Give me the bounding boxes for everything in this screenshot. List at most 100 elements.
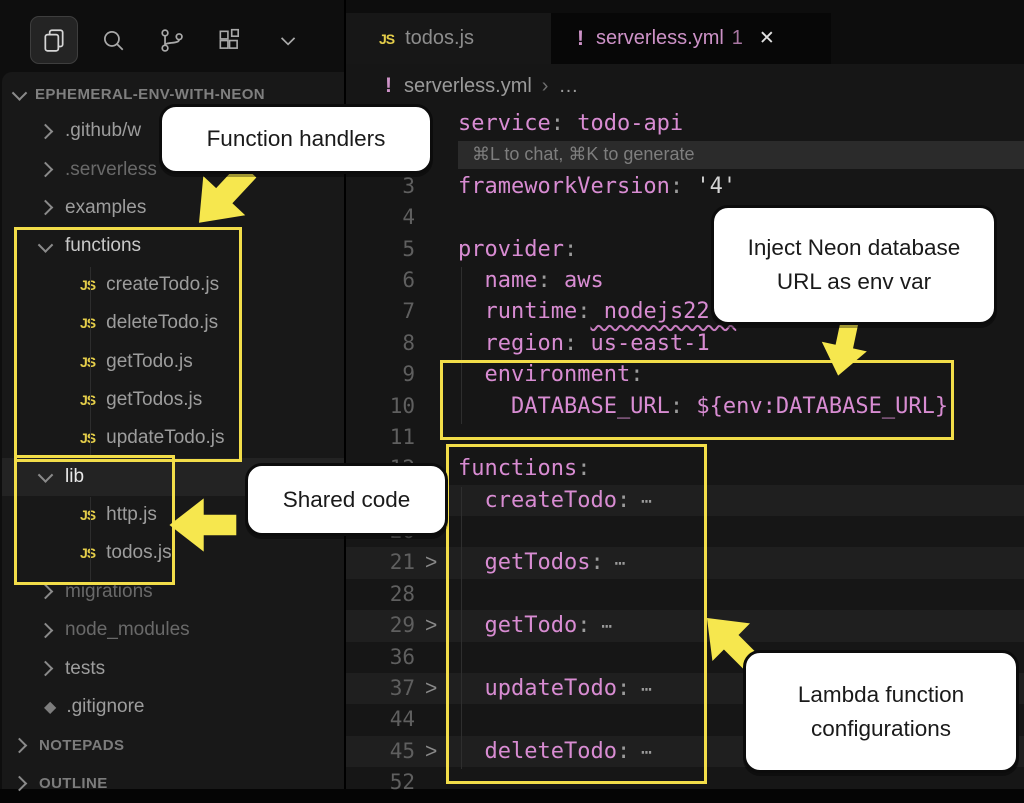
- tree-item-createtodo-js[interactable]: JScreateTodo.js: [2, 266, 345, 304]
- callout-text: Function handlers: [207, 122, 386, 156]
- search-icon: [100, 27, 126, 53]
- tree-item-label: deleteTodo.js: [106, 312, 218, 334]
- yaml-key: runtime: [458, 299, 577, 324]
- line-number: 45: [345, 736, 415, 767]
- extensions-icon: [216, 27, 242, 53]
- line-number: 3: [345, 171, 415, 202]
- tree-item-notepads[interactable]: NOTEPADS: [2, 726, 345, 764]
- fold-chevron-icon[interactable]: >: [425, 547, 449, 578]
- fold-chevron-icon[interactable]: >: [425, 673, 449, 704]
- tree-item-label: tests: [65, 658, 105, 680]
- tree-item-gettodo-js[interactable]: JSgetTodo.js: [2, 342, 345, 380]
- string-value: '4': [683, 174, 736, 199]
- punctuation: :: [670, 394, 683, 419]
- line-number: 4: [345, 202, 415, 233]
- tree-item-label: todos.js: [106, 542, 171, 564]
- js-file-icon: JS: [80, 430, 95, 446]
- source-control-button[interactable]: [148, 17, 194, 63]
- code-line[interactable]: 2⌘L to chat, ⌘K to generate: [345, 139, 1024, 170]
- chevron-right-icon: [12, 738, 28, 754]
- folded-ellipsis: ⋯: [590, 616, 612, 637]
- code-line[interactable]: 1service: todo-api: [345, 108, 1024, 139]
- code-line[interactable]: 21> getTodos: ⋯: [345, 547, 1024, 578]
- line-number: 37: [345, 673, 415, 704]
- yaml-key: updateTodo: [458, 676, 617, 701]
- chevron-right-icon: [12, 776, 28, 792]
- yaml-key: name: [458, 268, 537, 293]
- extensions-button[interactable]: [206, 17, 252, 63]
- folded-ellipsis: ⋯: [630, 491, 652, 512]
- tree-item-node-modules[interactable]: node_modules: [2, 611, 345, 649]
- folded-ellipsis: ⋯: [630, 679, 652, 700]
- close-icon[interactable]: ✕: [759, 27, 775, 50]
- yaml-key: frameworkVersion: [458, 174, 670, 199]
- tree-item-functions[interactable]: functions: [2, 227, 345, 265]
- ai-hint-text: ⌘L to chat, ⌘K to generate: [458, 141, 1024, 168]
- tree-item-label: node_modules: [65, 619, 190, 641]
- line-number: 29: [345, 610, 415, 641]
- code-text: DATABASE_URL: ${env:DATABASE_URL}: [458, 391, 1024, 422]
- callout-function-handlers: Function handlers: [159, 104, 433, 174]
- indent-guide: [461, 267, 462, 424]
- code-line[interactable]: 29 > getTodo: ⋯: [345, 610, 1024, 641]
- tab-serverless-yml[interactable]: ! serverless.yml 1 ✕: [551, 13, 831, 64]
- breadcrumb[interactable]: ! serverless.yml › …: [345, 64, 1024, 108]
- tree-item-todos-js[interactable]: JStodos.js: [2, 534, 345, 572]
- tree-item-tests[interactable]: tests: [2, 649, 345, 687]
- code-text: getTodos: ⋯: [458, 547, 1024, 579]
- yaml-key: provider: [458, 237, 564, 262]
- tab-label: serverless.yml: [596, 27, 724, 50]
- tree-item-label: updateTodo.js: [106, 427, 224, 449]
- indent-guide: [90, 267, 91, 457]
- tree-item-migrations[interactable]: migrations: [2, 573, 345, 611]
- js-file-icon: JS: [80, 277, 95, 293]
- tree-item-deletetodo-js[interactable]: JSdeleteTodo.js: [2, 304, 345, 342]
- chevron-right-icon: [38, 622, 54, 638]
- code-line[interactable]: 3 frameworkVersion: '4': [345, 171, 1024, 202]
- code-line[interactable]: 9 environment:: [345, 359, 1024, 390]
- code-line[interactable]: 28: [345, 579, 1024, 610]
- chevron-right-icon: [38, 661, 54, 677]
- tree-item-examples[interactable]: examples: [2, 189, 345, 227]
- breadcrumb-file[interactable]: serverless.yml: [404, 75, 532, 98]
- tab-label: todos.js: [405, 27, 474, 50]
- line-number: 9: [345, 359, 415, 390]
- fold-chevron-icon[interactable]: >: [425, 736, 449, 767]
- yaml-value: aws: [551, 268, 604, 293]
- punctuation: :: [564, 237, 577, 262]
- punctuation: :: [617, 739, 630, 764]
- punctuation: :: [551, 111, 564, 136]
- callout-inject-neon: Inject Neon databaseURL as env var: [711, 205, 997, 325]
- code-text: region: us-east-1: [458, 328, 1024, 359]
- tree-item-label: lib: [65, 466, 84, 488]
- line-number: 5: [345, 234, 415, 265]
- tree-item--gitignore[interactable]: ◆.gitignore: [2, 688, 345, 726]
- code-text: getTodo: ⋯: [458, 610, 1024, 642]
- tree-item-gettodos-js[interactable]: JSgetTodos.js: [2, 381, 345, 419]
- indent-guide: [90, 497, 91, 581]
- code-line[interactable]: 10 DATABASE_URL: ${env:DATABASE_URL}: [345, 391, 1024, 422]
- fold-chevron-icon[interactable]: >: [425, 610, 449, 641]
- chevron-right-icon: [38, 200, 54, 216]
- tree-item-label: examples: [65, 197, 146, 219]
- code-text: frameworkVersion: '4': [458, 171, 1024, 202]
- search-button[interactable]: [90, 17, 136, 63]
- yaml-key: functions: [458, 456, 577, 481]
- explorer-button[interactable]: [30, 16, 78, 64]
- tree-item-label: getTodo.js: [106, 351, 193, 373]
- more-views-button[interactable]: [264, 17, 310, 63]
- tab-todos-js[interactable]: JS todos.js: [345, 13, 552, 64]
- code-line[interactable]: 8 region: us-east-1: [345, 328, 1024, 359]
- line-number: 10: [345, 391, 415, 422]
- punctuation: :: [617, 676, 630, 701]
- code-line[interactable]: 11: [345, 422, 1024, 453]
- warning-icon: !: [577, 27, 584, 51]
- callout-shared-code: Shared code: [245, 463, 448, 536]
- breadcrumb-ellipsis[interactable]: …: [558, 75, 578, 98]
- tree-item-outline[interactable]: OUTLINE: [2, 765, 345, 803]
- yaml-value: todo-api: [564, 111, 683, 136]
- files-icon: [41, 27, 67, 53]
- punctuation: :: [577, 299, 590, 324]
- tree-item-updatetodo-js[interactable]: JS updateTodo.js: [2, 419, 345, 457]
- js-file-icon: JS: [80, 507, 95, 523]
